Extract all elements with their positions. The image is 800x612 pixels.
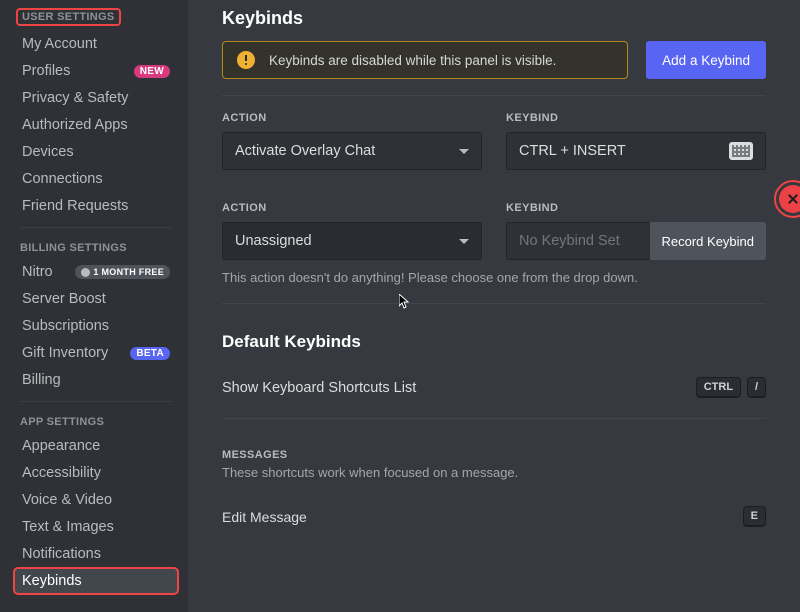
action-label-2: ACTION	[222, 202, 482, 214]
sidebar-item-label: Authorized Apps	[22, 117, 128, 133]
action-select-2-value: Unassigned	[235, 233, 312, 249]
sidebar-item-label: Gift Inventory	[22, 345, 108, 361]
keybind-display-1[interactable]: CTRL + INSERT	[506, 132, 766, 170]
sidebar-item-badge: NEW	[134, 65, 170, 78]
sidebar-item-badge: 1 MONTH FREE	[75, 265, 170, 279]
divider	[222, 418, 766, 419]
chevron-down-icon	[459, 149, 469, 154]
divider	[222, 95, 766, 96]
keybind-label: KEYBIND	[506, 112, 766, 124]
chevron-down-icon	[459, 239, 469, 244]
default-keybind-row: Show Keyboard Shortcuts List CTRL /	[222, 374, 766, 418]
sidebar-item-label: Friend Requests	[22, 198, 128, 214]
action-select-2[interactable]: Unassigned	[222, 222, 482, 260]
sidebar-divider	[20, 227, 172, 228]
sidebar-item-gift-inventory[interactable]: Gift Inventory BETA	[14, 340, 178, 366]
default-keybind-name: Show Keyboard Shortcuts List	[222, 380, 416, 396]
edit-message-row: Edit Message E	[222, 506, 766, 527]
action-select-1[interactable]: Activate Overlay Chat	[222, 132, 482, 170]
sidebar-section-header: USER SETTINGS	[16, 8, 121, 26]
sidebar-item-badge: BETA	[130, 347, 170, 360]
sidebar-item-label: My Account	[22, 36, 97, 52]
sidebar-item-label: Voice & Video	[22, 492, 112, 508]
sidebar-item-label: Subscriptions	[22, 318, 109, 334]
default-keybinds-title: Default Keybinds	[222, 332, 766, 352]
sidebar-divider	[20, 401, 172, 402]
sidebar-item-subscriptions[interactable]: Subscriptions	[14, 313, 178, 339]
sidebar-item-nitro[interactable]: Nitro 1 MONTH FREE	[14, 259, 178, 285]
divider	[222, 303, 766, 304]
keybinds-warning: Keybinds are disabled while this panel i…	[222, 41, 628, 79]
sidebar-item-keybinds[interactable]: Keybinds	[14, 568, 178, 594]
sidebar-item-appearance[interactable]: Appearance	[14, 433, 178, 459]
sidebar-item-label: Notifications	[22, 546, 101, 562]
sidebar-item-label: Keybinds	[22, 573, 82, 589]
sidebar-item-label: Nitro	[22, 264, 53, 280]
settings-sidebar: USER SETTINGS My Account Profiles NEW Privac…	[0, 0, 188, 612]
helper-text: This action doesn't do anything! Please …	[222, 270, 766, 285]
messages-header: MESSAGES	[222, 449, 766, 461]
warning-text: Keybinds are disabled while this panel i…	[269, 53, 556, 68]
keycap: E	[743, 506, 766, 527]
edit-message-name: Edit Message	[222, 509, 307, 525]
sidebar-item-label: Billing	[22, 372, 61, 388]
messages-sub: These shortcuts work when focused on a m…	[222, 465, 766, 480]
settings-content: Keybinds Keybinds are disabled while thi…	[188, 0, 800, 612]
sidebar-item-billing[interactable]: Billing	[14, 367, 178, 393]
sidebar-item-devices[interactable]: Devices	[14, 139, 178, 165]
sidebar-item-my-account[interactable]: My Account	[14, 31, 178, 57]
page-title: Keybinds	[222, 8, 766, 29]
keycap: /	[747, 377, 766, 398]
action-label: ACTION	[222, 112, 482, 124]
action-select-1-value: Activate Overlay Chat	[235, 143, 375, 159]
sidebar-item-label: Text & Images	[22, 519, 114, 535]
sidebar-item-notifications[interactable]: Notifications	[14, 541, 178, 567]
sidebar-item-label: Devices	[22, 144, 74, 160]
sidebar-item-label: Server Boost	[22, 291, 106, 307]
sidebar-item-profiles[interactable]: Profiles NEW	[14, 58, 178, 84]
warning-icon	[237, 51, 255, 69]
keybind-input-2[interactable]: No Keybind Set	[506, 222, 650, 260]
sidebar-item-server-boost[interactable]: Server Boost	[14, 286, 178, 312]
sidebar-item-privacy-safety[interactable]: Privacy & Safety	[14, 85, 178, 111]
sidebar-item-text-images[interactable]: Text & Images	[14, 514, 178, 540]
sidebar-item-label: Privacy & Safety	[22, 90, 128, 106]
keybind-value-1: CTRL + INSERT	[519, 143, 626, 159]
default-keybind-keys: CTRL /	[694, 377, 766, 398]
keybind-placeholder-2: No Keybind Set	[519, 233, 620, 249]
keycap: CTRL	[696, 377, 741, 398]
sidebar-item-voice-video[interactable]: Voice & Video	[14, 487, 178, 513]
sidebar-item-friend-requests[interactable]: Friend Requests	[14, 193, 178, 219]
sidebar-item-label: Accessibility	[22, 465, 101, 481]
sidebar-item-authorized-apps[interactable]: Authorized Apps	[14, 112, 178, 138]
sidebar-item-accessibility[interactable]: Accessibility	[14, 460, 178, 486]
sidebar-section-header: BILLING SETTINGS	[14, 236, 178, 258]
sidebar-section-header: APP SETTINGS	[14, 410, 178, 432]
sidebar-item-connections[interactable]: Connections	[14, 166, 178, 192]
record-keybind-button[interactable]: Record Keybind	[650, 222, 767, 260]
sidebar-item-label: Profiles	[22, 63, 70, 79]
close-button[interactable]	[779, 185, 800, 213]
keyboard-icon	[729, 142, 753, 160]
keybind-label-2: KEYBIND	[506, 202, 766, 214]
sidebar-item-label: Connections	[22, 171, 103, 187]
sidebar-item-label: Appearance	[22, 438, 100, 454]
add-keybind-button[interactable]: Add a Keybind	[646, 41, 766, 79]
